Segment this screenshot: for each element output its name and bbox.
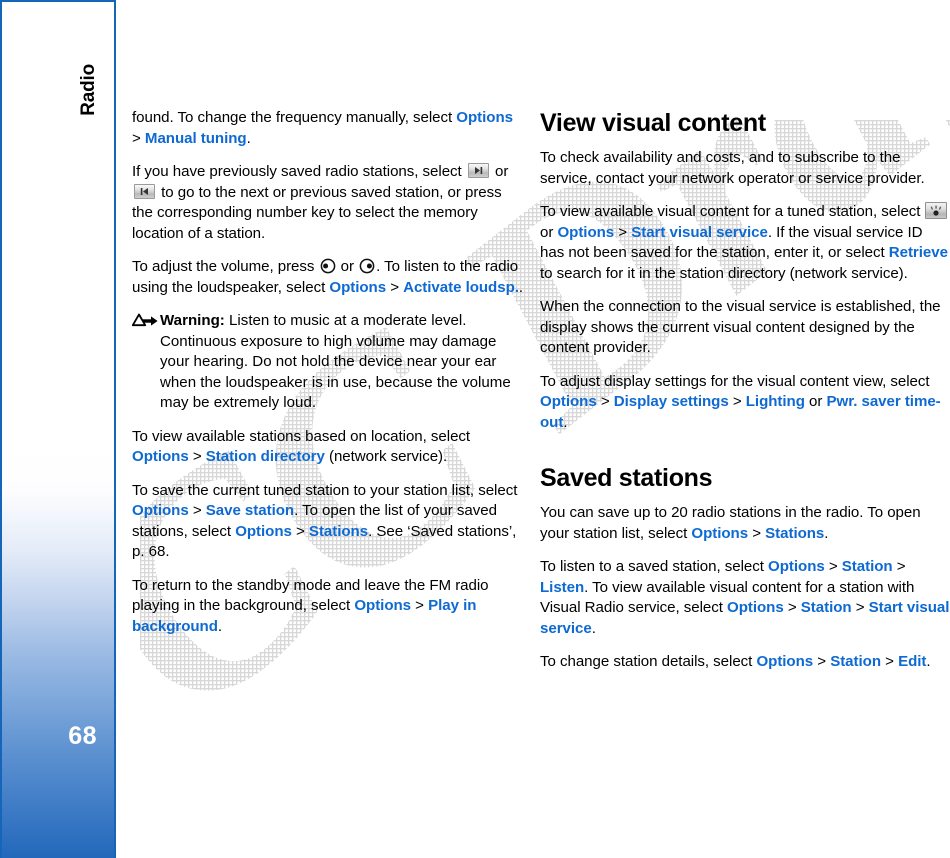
menu-keyword-manual-tuning: Manual tuning — [144, 129, 247, 147]
menu-keyword-options: Options — [756, 653, 814, 670]
chapter-sidebar: Radio 68 — [0, 0, 116, 858]
paragraph-station-directory: To view available stations based on loca… — [132, 427, 471, 466]
visual-service-key-icon — [924, 202, 947, 219]
paragraph-start-visual-service: To view available visual content for a t… — [540, 202, 948, 282]
menu-keyword-options: Options — [132, 502, 189, 519]
menu-keyword-activate-loudsp: Activate loudsp. — [403, 278, 519, 296]
menu-keyword-lighting: Lighting — [745, 393, 805, 410]
warning-label: Warning: — [160, 312, 225, 329]
scroll-left-key-icon — [320, 258, 336, 274]
menu-keyword-station-directory: Station directory — [205, 448, 325, 465]
left-text-column: found. To change the frequency manually,… — [131, 108, 524, 637]
menu-keyword-stations: Stations — [308, 522, 369, 540]
page-content: found. To change the frequency manually,… — [116, 0, 950, 858]
menu-keyword-listen: Listen — [540, 578, 585, 596]
menu-keyword-options: Options — [557, 223, 615, 241]
menu-keyword-station: Station — [800, 599, 852, 616]
menu-keyword-stations: Stations — [765, 524, 825, 542]
section-heading-view-visual-content: View visual content — [540, 109, 766, 137]
paragraph-display-settings: To adjust display settings for the visua… — [540, 372, 941, 431]
menu-keyword-options: Options — [768, 558, 825, 575]
menu-keyword-options: Options — [456, 109, 513, 126]
warning-triangle-icon — [131, 313, 158, 328]
next-station-key-icon — [467, 163, 489, 178]
paragraph-saved-station-nav: If you have previously saved radio stati… — [132, 163, 509, 242]
menu-keyword-options: Options — [329, 278, 387, 296]
warning-note: Warning: Listen to music at a moderate l… — [131, 311, 524, 414]
paragraph-save-up-to-20: You can save up to 20 radio stations in … — [540, 504, 921, 542]
section-heading-saved-stations: Saved stations — [540, 464, 713, 492]
menu-keyword-options: Options — [691, 524, 749, 542]
menu-keyword-station: Station — [830, 653, 881, 670]
menu-keyword-options: Options — [727, 599, 784, 616]
menu-keyword-station: Station — [841, 558, 893, 575]
paragraph-listen-saved-station: To listen to a saved station, select Opt… — [540, 558, 950, 637]
menu-keyword-display-settings: Display settings — [613, 393, 729, 410]
right-text-column: View visual content To check availabilit… — [540, 108, 950, 673]
paragraph-check-availability: To check availability and costs, and to … — [540, 149, 925, 187]
paragraph-manual-tuning: found. To change the frequency manually,… — [132, 109, 513, 147]
paragraph-adjust-volume: To adjust the volume, press or . To list… — [132, 258, 524, 296]
paragraph-edit-station-details: To change station details, select Option… — [540, 653, 931, 670]
previous-station-key-icon — [134, 183, 155, 199]
chapter-label: Radio — [78, 64, 99, 116]
menu-keyword-options: Options — [235, 522, 292, 540]
paragraph-save-station: To save the current tuned station to you… — [132, 481, 518, 561]
scroll-right-key-icon — [359, 258, 375, 274]
menu-keyword-save-station: Save station — [205, 502, 295, 519]
paragraph-play-in-background: To return to the standby mode and leave … — [132, 576, 489, 635]
menu-keyword-options: Options — [132, 448, 189, 465]
menu-keyword-options: Options — [354, 597, 412, 614]
menu-keyword-edit: Edit — [898, 653, 927, 670]
paragraph-connection-established: When the connection to the visual servic… — [540, 298, 941, 356]
menu-keyword-options: Options — [540, 393, 597, 410]
page-number: 68 — [68, 722, 97, 750]
menu-keyword-retrieve: Retrieve — [888, 244, 948, 261]
menu-keyword-start-visual-service: Start visual service — [631, 223, 768, 241]
